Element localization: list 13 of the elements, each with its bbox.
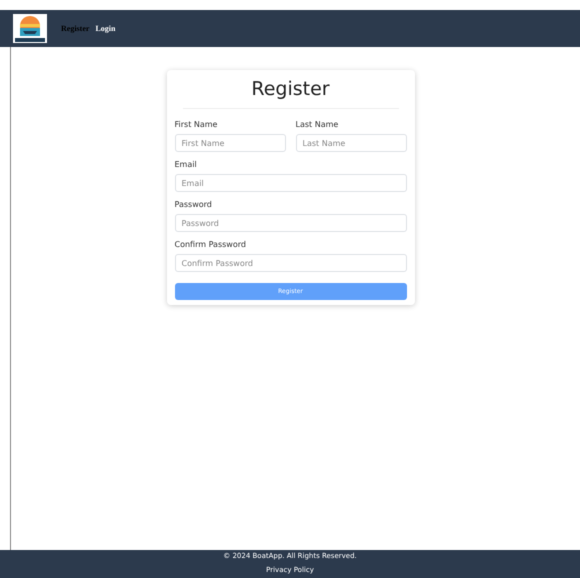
input-field[interactable]: Password [174,214,406,232]
field-label: Password [174,201,213,209]
field-label: Confirm Password [174,241,247,249]
input-field[interactable]: Confirm Password [174,254,406,272]
nav-link[interactable]: Login [95,22,116,34]
form-title: Register [182,80,398,109]
input-field[interactable]: Last Name [296,134,406,152]
field-label: Last Name [296,121,340,129]
input-field[interactable]: Email [174,174,406,192]
field-label: Email [174,161,198,169]
boat-logo-icon [13,14,47,43]
field-label: First Name [174,121,218,129]
input-field[interactable]: First Name [174,134,286,152]
